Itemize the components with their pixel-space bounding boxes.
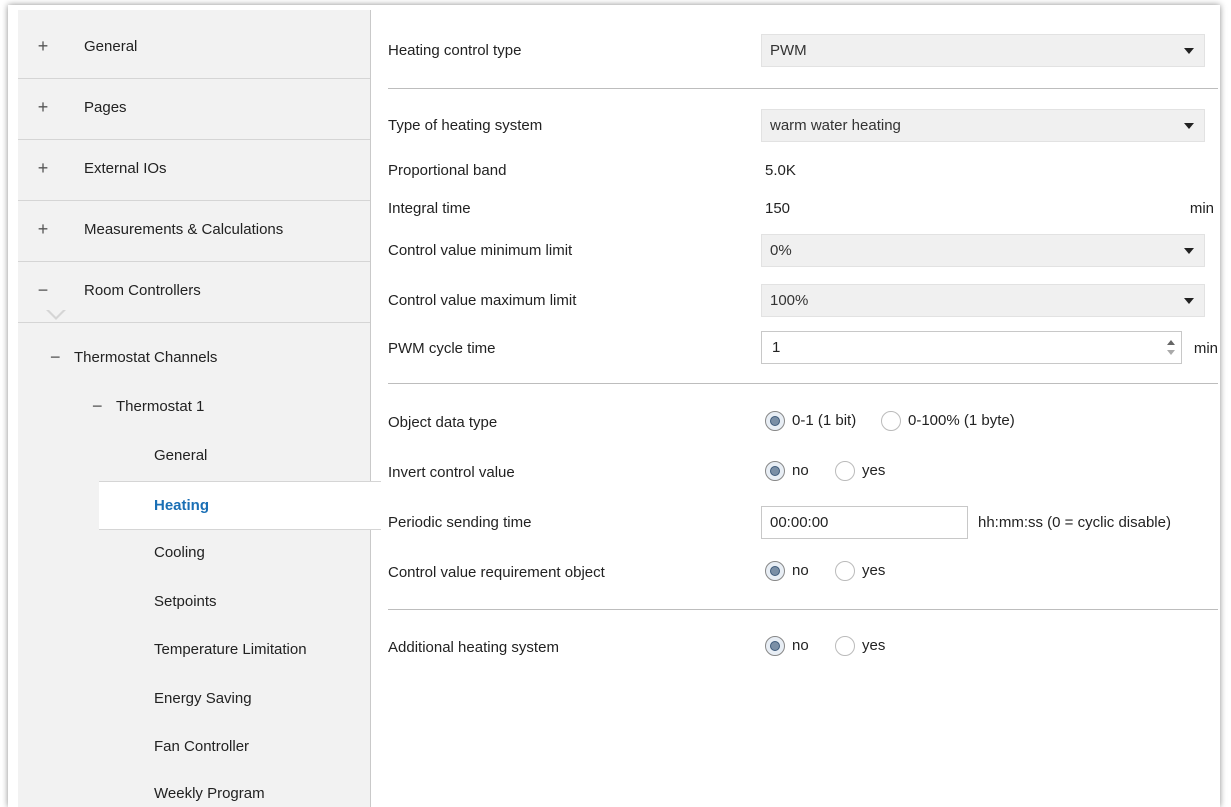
select-value: PWM bbox=[770, 42, 807, 59]
control-value-min-select[interactable]: 0% bbox=[761, 234, 1205, 267]
radio-no[interactable] bbox=[765, 461, 785, 481]
sidebar-item-cooling[interactable]: Cooling bbox=[154, 544, 205, 561]
radio-label: 0-100% (1 byte) bbox=[908, 412, 1015, 429]
sidebar-item-general[interactable]: General bbox=[154, 447, 207, 464]
radio-label: yes bbox=[862, 562, 886, 579]
sidebar-item-setpoints[interactable]: Setpoints bbox=[154, 593, 217, 610]
integral-time-unit: min bbox=[1189, 200, 1214, 217]
parameter-panel: Heating control type PWM Type of heating… bbox=[380, 10, 1220, 807]
sidebar-item-temperature-limitation[interactable]: Temperature Limitation bbox=[154, 641, 307, 658]
chevron-down-icon bbox=[1184, 48, 1194, 54]
sidebar-group-label: Pages bbox=[84, 99, 127, 116]
sidebar-group-room-controllers[interactable]: − Room Controllers bbox=[18, 262, 370, 323]
proportional-band-label: Proportional band bbox=[388, 162, 507, 179]
radio-1byte[interactable] bbox=[881, 411, 901, 431]
input-value: 00:00:00 bbox=[770, 514, 829, 531]
expand-icon: + bbox=[37, 36, 49, 56]
sidebar-item-fan-controller[interactable]: Fan Controller bbox=[154, 738, 249, 755]
chevron-down-icon bbox=[1184, 123, 1194, 129]
pwm-cycle-time-stepper[interactable]: 1 bbox=[761, 331, 1182, 364]
divider bbox=[388, 383, 1218, 384]
control-value-requirement-label: Control value requirement object bbox=[388, 564, 605, 581]
periodic-sending-time-unit: hh:mm:ss (0 = cyclic disable) bbox=[978, 514, 1171, 531]
collapse-icon: − bbox=[50, 347, 61, 367]
collapse-icon: − bbox=[37, 280, 49, 300]
pwm-cycle-time-label: PWM cycle time bbox=[388, 340, 496, 357]
radio-no[interactable] bbox=[765, 561, 785, 581]
sidebar-item-label: Heating bbox=[154, 497, 210, 514]
radio-1bit[interactable] bbox=[765, 411, 785, 431]
radio-label: yes bbox=[862, 462, 886, 479]
sidebar-group-measurements[interactable]: + Measurements & Calculations bbox=[18, 201, 370, 262]
control-value-min-label: Control value minimum limit bbox=[388, 242, 573, 259]
sidebar-item-weekly-program[interactable]: Weekly Program bbox=[154, 785, 265, 802]
select-value: warm water heating bbox=[770, 117, 901, 134]
heating-control-type-select[interactable]: PWM bbox=[761, 34, 1205, 67]
chevron-down-icon bbox=[1184, 298, 1194, 304]
decrement-icon[interactable] bbox=[1167, 350, 1175, 355]
control-value-max-label: Control value maximum limit bbox=[388, 292, 577, 309]
sidebar-group-pages[interactable]: + Pages bbox=[18, 79, 370, 140]
radio-yes[interactable] bbox=[835, 461, 855, 481]
select-value: 100% bbox=[770, 292, 809, 309]
sidebar-group-label: External IOs bbox=[84, 160, 167, 177]
expand-icon: + bbox=[37, 158, 49, 178]
collapse-icon: − bbox=[92, 396, 103, 416]
proportional-band-value: 5.0K bbox=[765, 162, 796, 179]
divider bbox=[388, 88, 1218, 89]
sidebar-group-label: Measurements & Calculations bbox=[84, 221, 284, 238]
radio-label: no bbox=[792, 462, 809, 479]
sidebar-nav: + General + Pages + External IOs + Measu… bbox=[18, 10, 381, 807]
sidebar-item-energy-saving[interactable]: Energy Saving bbox=[154, 690, 252, 707]
sidebar-group-label: General bbox=[84, 38, 138, 55]
heating-system-type-label: Type of heating system bbox=[388, 117, 543, 134]
chevron-down-icon bbox=[1184, 248, 1194, 254]
radio-no[interactable] bbox=[765, 636, 785, 656]
tree-item-label: Thermostat 1 bbox=[116, 398, 205, 415]
integral-time-value: 150 bbox=[765, 200, 791, 217]
integral-time-label: Integral time bbox=[388, 200, 471, 217]
radio-yes[interactable] bbox=[835, 636, 855, 656]
object-data-type-label: Object data type bbox=[388, 414, 498, 431]
pwm-cycle-time-unit: min bbox=[1193, 340, 1218, 357]
sidebar-group-external-ios[interactable]: + External IOs bbox=[18, 140, 370, 201]
divider bbox=[388, 609, 1218, 610]
periodic-sending-time-label: Periodic sending time bbox=[388, 514, 532, 531]
sidebar-group-label: Room Controllers bbox=[84, 282, 201, 299]
periodic-sending-time-input[interactable]: 00:00:00 bbox=[761, 506, 968, 539]
radio-label: 0-1 (1 bit) bbox=[792, 412, 857, 429]
radio-label: no bbox=[792, 562, 809, 579]
select-value: 0% bbox=[770, 242, 792, 259]
app-window: + General + Pages + External IOs + Measu… bbox=[8, 5, 1220, 807]
heating-system-type-select[interactable]: warm water heating bbox=[761, 109, 1205, 142]
stepper-value: 1 bbox=[772, 339, 781, 356]
increment-icon[interactable] bbox=[1167, 340, 1175, 345]
expand-icon: + bbox=[37, 219, 49, 239]
invert-control-value-label: Invert control value bbox=[388, 464, 515, 481]
tree-item-label: Thermostat Channels bbox=[74, 349, 218, 366]
radio-label: yes bbox=[862, 637, 886, 654]
sidebar-item-heating[interactable]: Heating bbox=[99, 481, 381, 530]
radio-yes[interactable] bbox=[835, 561, 855, 581]
expand-icon: + bbox=[37, 97, 49, 117]
additional-heating-system-label: Additional heating system bbox=[388, 639, 559, 656]
sidebar-group-general[interactable]: + General bbox=[18, 18, 370, 79]
control-value-max-select[interactable]: 100% bbox=[761, 284, 1205, 317]
radio-label: no bbox=[792, 637, 809, 654]
heating-control-type-label: Heating control type bbox=[388, 42, 522, 59]
notch-indicator-inner bbox=[48, 309, 64, 317]
